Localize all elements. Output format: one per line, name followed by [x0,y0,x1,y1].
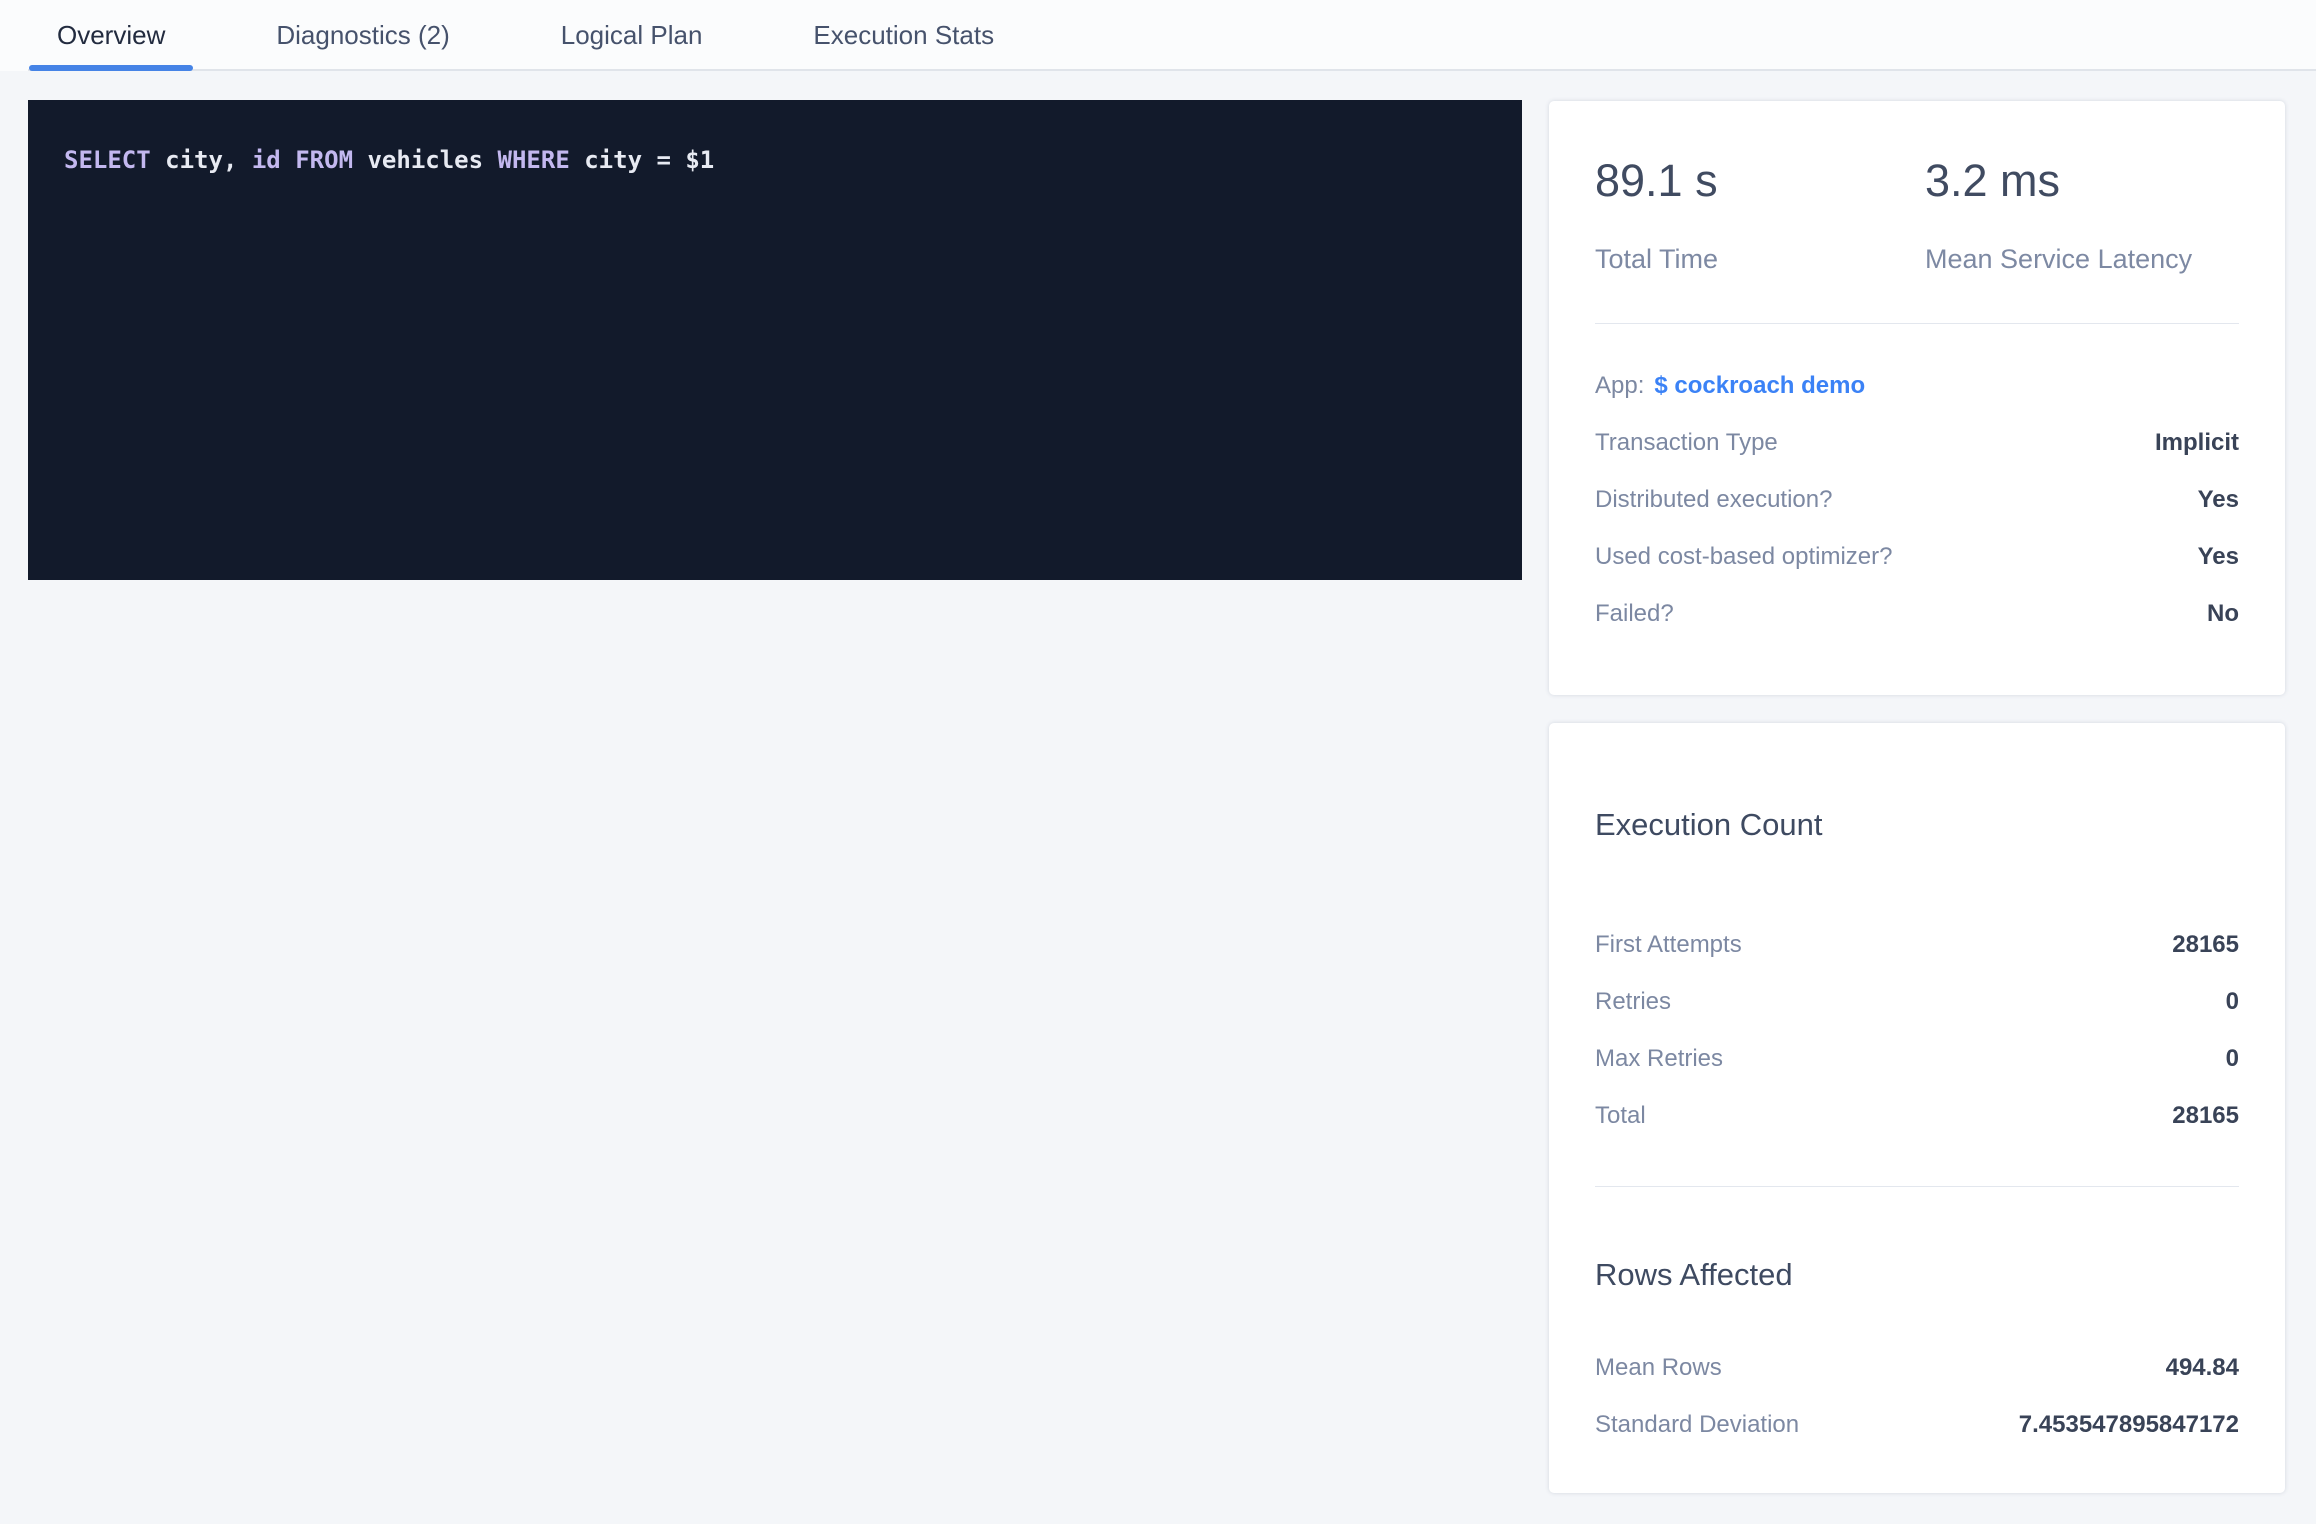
mean-rows-label: Mean Rows [1595,1354,1722,1382]
first-attempts-row: First Attempts 28165 [1595,916,2239,973]
sql-token: id [252,146,281,174]
app-link[interactable]: $ cockroach demo [1654,372,1865,400]
sql-token: WHERE [498,146,570,174]
total-label: Total [1595,1102,1646,1130]
total-row: Total 28165 [1595,1087,2239,1144]
cost-based-optimizer-label: Used cost-based optimizer? [1595,543,1892,571]
sql-statement-text: SELECT city, id FROM vehicles WHERE city… [64,142,714,178]
retries-row: Retries 0 [1595,973,2239,1030]
first-attempts-label: First Attempts [1595,931,1742,959]
failed-label: Failed? [1595,600,1674,628]
tab-execution-stats-label: Execution Stats [813,20,994,51]
tab-logical-plan[interactable]: Logical Plan [533,0,731,71]
standard-deviation-row: Standard Deviation 7.453547895847172 [1595,1396,2239,1453]
execution-card-divider [1595,1186,2239,1187]
cost-based-optimizer-value: Yes [2198,543,2239,571]
rows-affected-rows: Mean Rows 494.84 Standard Deviation 7.45… [1595,1339,2239,1453]
summary-stats: 89.1 s Total Time 3.2 ms Mean Service La… [1595,155,2239,275]
sql-statement-box: SELECT city, id FROM vehicles WHERE city… [28,100,1522,580]
mean-service-latency-stat: 3.2 ms Mean Service Latency [1925,155,2192,275]
failed-row: Failed? No [1595,585,2239,642]
transaction-type-row: Transaction Type Implicit [1595,414,2239,471]
standard-deviation-value: 7.453547895847172 [2019,1411,2239,1439]
active-tab-indicator [29,65,193,71]
sql-token: SELECT [64,146,151,174]
sql-token [281,146,295,174]
distributed-execution-label: Distributed execution? [1595,486,1832,514]
tab-logical-plan-label: Logical Plan [561,20,703,51]
tab-diagnostics[interactable]: Diagnostics (2) [248,0,477,71]
tab-overview[interactable]: Overview [29,0,193,71]
sql-token: vehicles [353,146,498,174]
summary-divider [1595,323,2239,324]
standard-deviation-label: Standard Deviation [1595,1411,1799,1439]
execution-stats-card: Execution Count First Attempts 28165 Ret… [1549,723,2285,1493]
tab-list: Overview Diagnostics (2) Logical Plan Ex… [29,0,1077,71]
summary-rows: App: $ cockroach demo Transaction Type I… [1595,357,2239,642]
failed-value: No [2207,600,2239,628]
distributed-execution-value: Yes [2198,486,2239,514]
tab-bar: Overview Diagnostics (2) Logical Plan Ex… [0,0,2316,71]
tab-diagnostics-label: Diagnostics (2) [276,20,449,51]
app-label: App: [1595,372,1644,400]
total-time-value: 89.1 s [1595,155,1925,207]
rows-affected-title: Rows Affected [1595,1255,2239,1295]
sql-token: city = $1 [570,146,715,174]
first-attempts-value: 28165 [2172,931,2239,959]
max-retries-value: 0 [2226,1045,2239,1073]
total-time-stat: 89.1 s Total Time [1595,155,1925,275]
transaction-type-value: Implicit [2155,429,2239,457]
tab-overview-label: Overview [57,20,165,51]
execution-count-rows: First Attempts 28165 Retries 0 Max Retri… [1595,916,2239,1144]
total-time-label: Total Time [1595,243,1925,275]
sql-token: FROM [295,146,353,174]
sql-token: city, [151,146,252,174]
total-value: 28165 [2172,1102,2239,1130]
app-row: App: $ cockroach demo [1595,357,2239,414]
mean-rows-value: 494.84 [2166,1354,2239,1382]
retries-value: 0 [2226,988,2239,1016]
execution-count-title: Execution Count [1595,805,2239,845]
tab-execution-stats[interactable]: Execution Stats [785,0,1022,71]
mean-rows-row: Mean Rows 494.84 [1595,1339,2239,1396]
statement-summary-card: 89.1 s Total Time 3.2 ms Mean Service La… [1549,101,2285,695]
distributed-execution-row: Distributed execution? Yes [1595,471,2239,528]
mean-service-latency-label: Mean Service Latency [1925,243,2192,275]
cost-based-optimizer-row: Used cost-based optimizer? Yes [1595,528,2239,585]
retries-label: Retries [1595,988,1671,1016]
mean-service-latency-value: 3.2 ms [1925,155,2192,207]
max-retries-row: Max Retries 0 [1595,1030,2239,1087]
transaction-type-label: Transaction Type [1595,429,1778,457]
max-retries-label: Max Retries [1595,1045,1723,1073]
